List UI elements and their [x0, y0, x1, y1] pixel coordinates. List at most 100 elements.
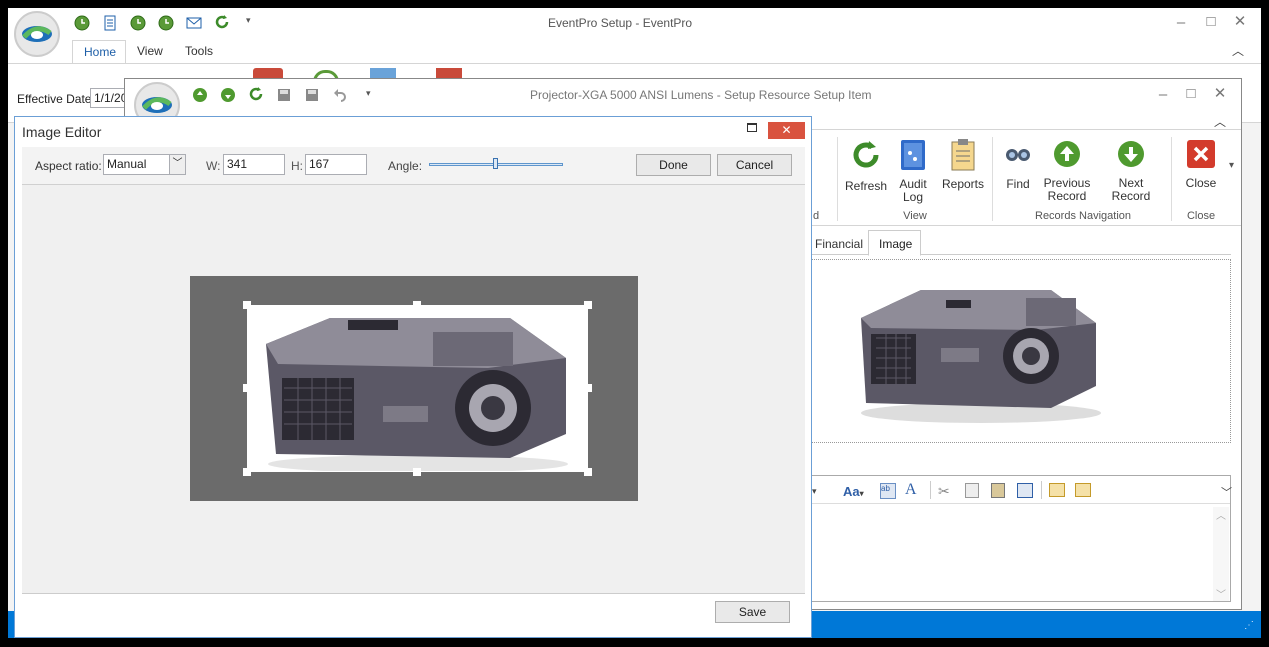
close-icon-2[interactable]: ✕ — [1210, 85, 1230, 103]
close-record-label: Close — [1185, 176, 1217, 190]
collapse-ribbon-icon[interactable]: ︿ — [1232, 42, 1244, 59]
crop-handle-bottom-right[interactable] — [584, 468, 592, 476]
setup-item-title: Projector-XGA 5000 ANSI Lumens - Setup R… — [530, 88, 872, 102]
find-label: Find — [1006, 177, 1030, 191]
refresh-icon[interactable] — [214, 14, 230, 30]
close-record-button[interactable]: Close — [1179, 139, 1223, 190]
save-button[interactable]: Save — [715, 601, 790, 623]
collapse-ribbon-icon-2[interactable]: ︿ — [1214, 113, 1226, 130]
cancel-button[interactable]: Cancel — [717, 154, 792, 176]
crop-handle-top-right[interactable] — [584, 301, 592, 309]
height-input[interactable]: 167 — [305, 154, 367, 175]
mail-icon[interactable] — [186, 15, 202, 31]
audit-log-button[interactable]: Audit Log — [896, 139, 930, 204]
crop-handle-top[interactable] — [413, 301, 421, 309]
binoculars-icon — [1006, 149, 1030, 161]
notes-toolbar-dropdown-icon[interactable]: ﹀ — [1221, 484, 1232, 500]
done-button[interactable]: Done — [636, 154, 711, 176]
width-input[interactable]: 341 — [223, 154, 285, 175]
ribbon-group-records: Records Navigation — [1035, 210, 1131, 222]
panel-scroll-down-icon[interactable]: ▾ — [1229, 160, 1234, 171]
scroll-down-icon[interactable]: ﹀ — [1213, 586, 1229, 601]
close-icon[interactable]: ✕ — [1230, 13, 1250, 31]
reports-icon — [951, 139, 975, 171]
arrow-down-icon[interactable] — [220, 87, 236, 103]
app-logo[interactable] — [14, 11, 60, 57]
tab-home-label: Home — [84, 45, 117, 59]
spellcheck-icon[interactable]: ab — [880, 483, 896, 499]
ribbon-group-close: Close — [1186, 210, 1216, 222]
close-large-icon — [1187, 140, 1215, 168]
font-size-button[interactable]: Aa▾ — [843, 484, 864, 499]
refresh-button[interactable]: Refresh — [841, 139, 891, 193]
crop-handle-right[interactable] — [584, 384, 592, 392]
reports-label: Reports — [941, 177, 985, 191]
arrow-up-icon[interactable] — [192, 87, 208, 103]
resize-grip-icon[interactable]: ⋰ — [1244, 620, 1254, 631]
refresh-label: Refresh — [844, 179, 888, 193]
tab-image[interactable]: Image — [868, 230, 921, 256]
image-preview-frame[interactable] — [805, 259, 1231, 443]
angle-label: Angle: — [388, 159, 423, 173]
audit-log-label: Audit Log — [899, 177, 927, 204]
crop-handle-bottom-left[interactable] — [243, 468, 251, 476]
save-close-icon[interactable] — [304, 87, 320, 103]
dialog-close-button[interactable]: ✕ — [768, 122, 805, 139]
scroll-up-icon[interactable]: ︿ — [1213, 507, 1229, 522]
crop-handle-left[interactable] — [243, 384, 251, 392]
insert-icon-2[interactable] — [1075, 483, 1091, 497]
tab-image-label: Image — [879, 237, 913, 251]
ribbon-group-view: View — [903, 210, 927, 222]
clock-icon[interactable] — [74, 15, 90, 31]
main-window-title: EventPro Setup - EventPro — [548, 16, 693, 30]
width-label: W: — [206, 159, 221, 173]
refresh-large-icon — [853, 141, 879, 168]
aspect-ratio-value: Manual — [107, 157, 147, 171]
insert-icon[interactable] — [1049, 483, 1065, 497]
maximize-icon[interactable]: □ — [1201, 13, 1221, 31]
aspect-ratio-dropdown-icon[interactable]: ﹀ — [169, 155, 185, 174]
angle-slider-thumb[interactable] — [493, 158, 498, 169]
tab-tools[interactable]: Tools — [185, 44, 213, 58]
tab-financial[interactable]: Financial — [815, 237, 863, 251]
audit-log-icon — [901, 140, 925, 170]
previous-record-button[interactable]: Previous Record — [1040, 139, 1094, 203]
next-record-button[interactable]: Next Record — [1098, 139, 1164, 203]
paste-icon[interactable] — [991, 483, 1005, 498]
crop-handle-top-left[interactable] — [243, 301, 251, 309]
font-color-icon[interactable]: A — [905, 481, 917, 499]
tab-view[interactable]: View — [137, 44, 163, 58]
tab-home[interactable]: Home — [72, 40, 126, 64]
ribbon-separator — [837, 137, 838, 221]
copy-icon[interactable] — [965, 483, 979, 498]
next-record-icon — [1118, 141, 1144, 167]
aspect-ratio-select[interactable]: Manual ﹀ — [103, 154, 186, 175]
height-label: H: — [291, 159, 303, 173]
ribbon-separator-3 — [1171, 137, 1172, 221]
cut-icon[interactable]: ✂ — [938, 483, 950, 500]
undo-icon[interactable] — [332, 87, 348, 103]
minimize-icon[interactable]: – — [1171, 14, 1191, 32]
reports-button[interactable]: Reports — [938, 139, 988, 191]
clock-icon-3[interactable] — [158, 15, 174, 31]
crop-handle-bottom[interactable] — [413, 468, 421, 476]
quick-access-dropdown-icon-2[interactable]: ▾ — [366, 88, 371, 99]
find-button[interactable]: Find — [998, 139, 1038, 191]
highlight-dropdown-icon[interactable]: ▾ — [812, 486, 817, 497]
image-editor-dialog: Image Editor ✕ Aspect ratio: Manual ﹀ W:… — [14, 116, 812, 638]
crop-area[interactable] — [247, 305, 588, 472]
ribbon-group-partial: d — [813, 210, 820, 222]
document-icon[interactable] — [102, 15, 118, 31]
clock-icon-2[interactable] — [130, 15, 146, 31]
save-icon[interactable] — [276, 87, 292, 103]
quick-access-dropdown-icon[interactable]: ▾ — [246, 15, 251, 26]
dialog-maximize-icon[interactable] — [747, 123, 757, 132]
previous-record-label: Previous Record — [1043, 176, 1091, 203]
font-size-dropdown-icon: ▾ — [859, 489, 864, 498]
notes-scrollbar[interactable]: ︿ ﹀ — [1213, 507, 1229, 601]
minimize-icon-2[interactable]: – — [1153, 86, 1173, 104]
maximize-icon-2[interactable]: □ — [1181, 85, 1201, 103]
notes-separator-2 — [1041, 481, 1042, 499]
refresh-icon-2[interactable] — [248, 86, 264, 102]
paste-special-icon[interactable] — [1017, 483, 1033, 498]
